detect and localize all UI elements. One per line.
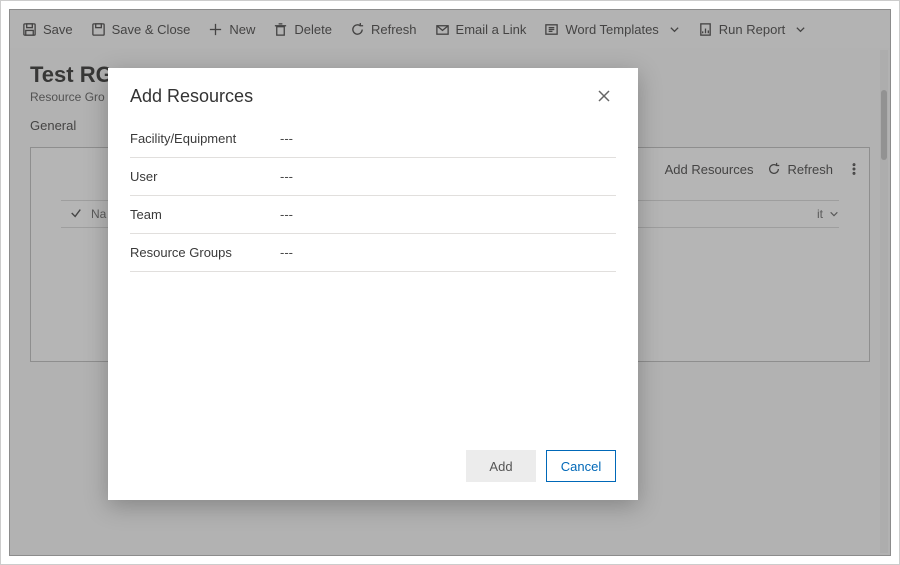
dialog-footer: Add Cancel [108,438,638,500]
field-resource-groups[interactable]: Resource Groups --- [130,234,616,272]
dialog-body: Facility/Equipment --- User --- Team ---… [108,116,638,438]
dialog-close-button[interactable] [592,84,616,108]
add-button-label: Add [489,459,512,474]
add-resources-dialog: Add Resources Facility/Equipment --- Use… [108,68,638,500]
dialog-title: Add Resources [130,86,253,107]
field-team[interactable]: Team --- [130,196,616,234]
field-facility-label: Facility/Equipment [130,131,280,146]
field-facility-value: --- [280,131,293,146]
field-facility-equipment[interactable]: Facility/Equipment --- [130,120,616,158]
field-team-value: --- [280,207,293,222]
dialog-header: Add Resources [108,68,638,116]
field-resource-groups-value: --- [280,245,293,260]
add-button[interactable]: Add [466,450,536,482]
cancel-button[interactable]: Cancel [546,450,616,482]
cancel-button-label: Cancel [561,459,601,474]
field-resource-groups-label: Resource Groups [130,245,280,260]
field-user-value: --- [280,169,293,184]
field-user-label: User [130,169,280,184]
close-icon [597,89,611,103]
field-team-label: Team [130,207,280,222]
field-user[interactable]: User --- [130,158,616,196]
app-surface: Save Save & Close New Delete Refresh Ema… [9,9,891,556]
